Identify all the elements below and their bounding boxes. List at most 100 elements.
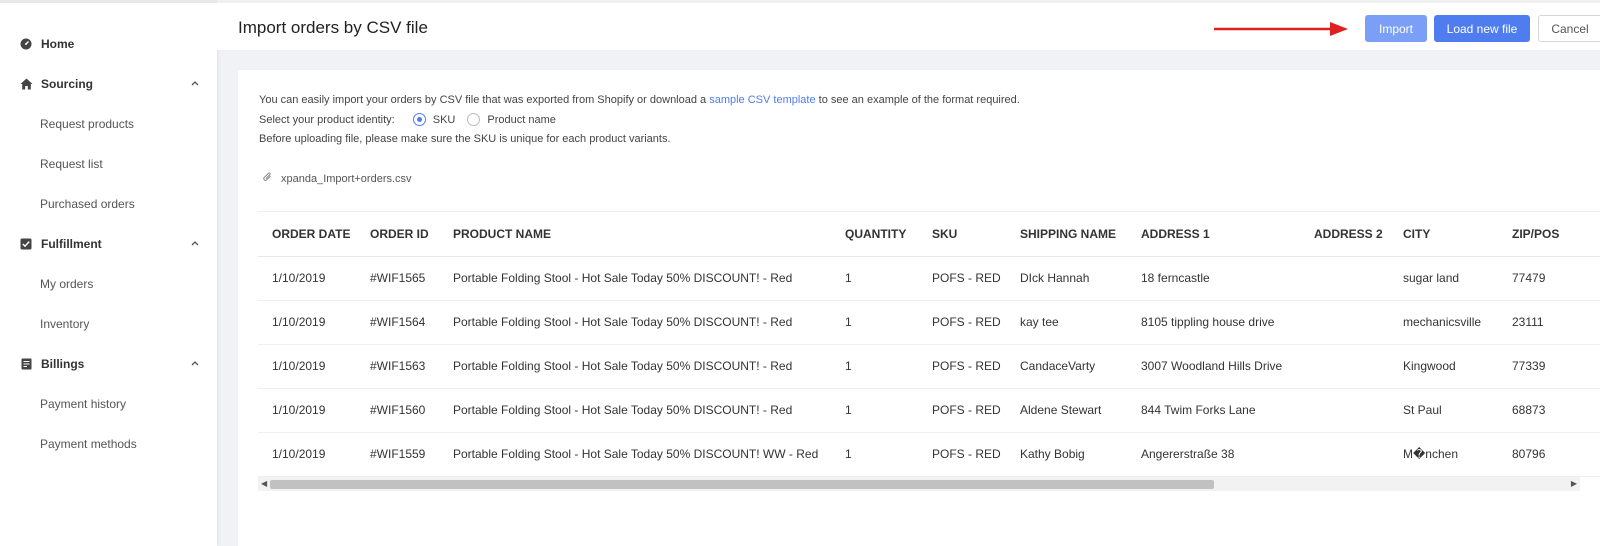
table-cell: 1 [831, 344, 918, 389]
radio-product-name[interactable]: Product name [467, 113, 556, 126]
table-cell [1300, 388, 1389, 433]
sample-csv-template-link[interactable]: sample CSV template [709, 94, 815, 106]
table-row: 1/10/2019 #WIF1565 Portable Folding Stoo… [258, 256, 1600, 301]
horizontal-scrollbar[interactable]: ◀ ▶ [258, 477, 1580, 491]
table-cell: 1/10/2019 [258, 344, 356, 389]
table-cell: 80796 [1498, 432, 1600, 477]
table-cell: 8105 tippling house drive [1127, 300, 1300, 345]
column-header[interactable]: CITY [1389, 212, 1498, 257]
sidebar-group-label: Billings [41, 356, 85, 371]
sidebar-group-billings[interactable]: Billings [0, 343, 217, 384]
sidebar-item-payment-history[interactable]: Payment history [0, 383, 217, 424]
instructions-text: You can easily import your orders by CSV… [259, 94, 710, 106]
orders-table-container: ORDER DATE ORDER ID PRODUCT NAME QUANTIT… [258, 211, 1600, 487]
table-cell: St Paul [1389, 388, 1498, 433]
product-identity-row: Select your product identity: SKU Produc… [259, 113, 568, 126]
sidebar: Home Sourcing Request products Request l… [0, 0, 217, 546]
table-cell: Kingwood [1389, 344, 1498, 389]
table-cell: sugar land [1389, 256, 1498, 301]
sidebar-item-payment-methods[interactable]: Payment methods [0, 423, 217, 464]
table-cell: Portable Folding Stool - Hot Sale Today … [439, 256, 831, 301]
import-instructions: You can easily import your orders by CSV… [259, 94, 1020, 106]
table-cell: POFS - RED [918, 256, 1006, 301]
column-header[interactable]: PRODUCT NAME [439, 212, 831, 257]
sidebar-item-label: Payment history [40, 396, 127, 411]
table-row: 1/10/2019 #WIF1559 Portable Folding Stoo… [258, 432, 1600, 477]
table-cell: 3007 Woodland Hills Drive [1127, 344, 1300, 389]
table-cell: 1 [831, 388, 918, 433]
table-cell: #WIF1564 [356, 300, 439, 345]
column-header[interactable]: ADDRESS 1 [1127, 212, 1300, 257]
table-row: 1/10/2019 #WIF1564 Portable Folding Stoo… [258, 300, 1600, 345]
table-cell [1300, 344, 1389, 389]
uploaded-file[interactable]: xpanda_Import+orders.csv [262, 171, 412, 186]
sidebar-item-home[interactable]: Home [0, 23, 217, 64]
page-title: Import orders by CSV file [238, 18, 428, 37]
page-header: Import orders by CSV file Import Load ne… [217, 0, 1600, 50]
column-header[interactable]: QUANTITY [831, 212, 918, 257]
import-button[interactable]: Import [1365, 15, 1427, 42]
cancel-button[interactable]: Cancel [1538, 15, 1600, 42]
sidebar-group-label: Fulfillment [41, 236, 102, 251]
home-icon [19, 77, 33, 91]
product-identity-label: Select your product identity: [259, 113, 395, 126]
file-name: xpanda_Import+orders.csv [281, 172, 412, 185]
sidebar-item-label: Purchased orders [40, 196, 135, 211]
table-cell: #WIF1563 [356, 344, 439, 389]
radio-unchecked-icon [467, 113, 481, 126]
table-cell: Portable Folding Stool - Hot Sale Today … [439, 432, 831, 477]
table-cell: Portable Folding Stool - Hot Sale Today … [439, 388, 831, 433]
table-cell: 1/10/2019 [258, 256, 356, 301]
checkbox-icon [19, 237, 33, 251]
scroll-left-arrow-icon[interactable]: ◀ [261, 479, 267, 488]
receipt-icon [19, 357, 33, 371]
column-header[interactable]: ADDRESS 2 [1300, 212, 1389, 257]
red-arrow-annotation [1214, 22, 1348, 36]
table-cell: CandaceVarty [1006, 344, 1127, 389]
table-cell: M�nchen [1389, 432, 1498, 477]
table-cell: 77479 [1498, 256, 1600, 301]
sku-unique-note: Before uploading file, please make sure … [259, 133, 671, 145]
column-header[interactable]: ZIP/POS [1498, 212, 1600, 257]
sidebar-item-label: My orders [40, 276, 94, 291]
column-header[interactable]: SKU [918, 212, 1006, 257]
table-cell: 844 Twim Forks Lane [1127, 388, 1300, 433]
sidebar-item-label: Inventory [40, 316, 90, 331]
sidebar-item-inventory[interactable]: Inventory [0, 303, 217, 344]
sidebar-item-my-orders[interactable]: My orders [0, 263, 217, 304]
radio-sku[interactable]: SKU [412, 113, 455, 126]
table-cell: 68873 [1498, 388, 1600, 433]
scrollbar-thumb[interactable] [270, 480, 1214, 489]
table-cell: Portable Folding Stool - Hot Sale Today … [439, 344, 831, 389]
table-cell: 23111 [1498, 300, 1600, 345]
column-header[interactable]: ORDER DATE [258, 212, 356, 257]
table-cell: 1 [831, 300, 918, 345]
table-row: 1/10/2019 #WIF1560 Portable Folding Stoo… [258, 388, 1600, 433]
instructions-text-end: to see an example of the format required… [815, 94, 1020, 106]
table-cell: 18 ferncastle [1127, 256, 1300, 301]
import-card: You can easily import your orders by CSV… [238, 70, 1600, 546]
table-cell: 1/10/2019 [258, 432, 356, 477]
sidebar-group-label: Sourcing [41, 76, 94, 91]
column-header[interactable]: SHIPPING NAME [1006, 212, 1127, 257]
sidebar-item-request-list[interactable]: Request list [0, 143, 217, 184]
load-new-file-button[interactable]: Load new file [1434, 15, 1530, 42]
table-cell: DIck Hannah [1006, 256, 1127, 301]
table-cell: 1 [831, 256, 918, 301]
sidebar-group-fulfillment[interactable]: Fulfillment [0, 223, 217, 264]
sidebar-item-purchased-orders[interactable]: Purchased orders [0, 183, 217, 224]
table-cell: 1 [831, 432, 918, 477]
table-cell [1300, 300, 1389, 345]
dashboard-icon [19, 37, 33, 51]
table-cell: POFS - RED [918, 300, 1006, 345]
column-header[interactable]: ORDER ID [356, 212, 439, 257]
table-header-row: ORDER DATE ORDER ID PRODUCT NAME QUANTIT… [258, 212, 1600, 257]
table-cell: mechanicsville [1389, 300, 1498, 345]
sidebar-group-sourcing[interactable]: Sourcing [0, 63, 217, 104]
sidebar-item-request-products[interactable]: Request products [0, 103, 217, 144]
sidebar-item-label: Request products [40, 116, 135, 131]
table-cell: Angererstraße 38 [1127, 432, 1300, 477]
scroll-right-arrow-icon[interactable]: ▶ [1571, 479, 1577, 488]
table-cell: #WIF1559 [356, 432, 439, 477]
table-cell: #WIF1560 [356, 388, 439, 433]
